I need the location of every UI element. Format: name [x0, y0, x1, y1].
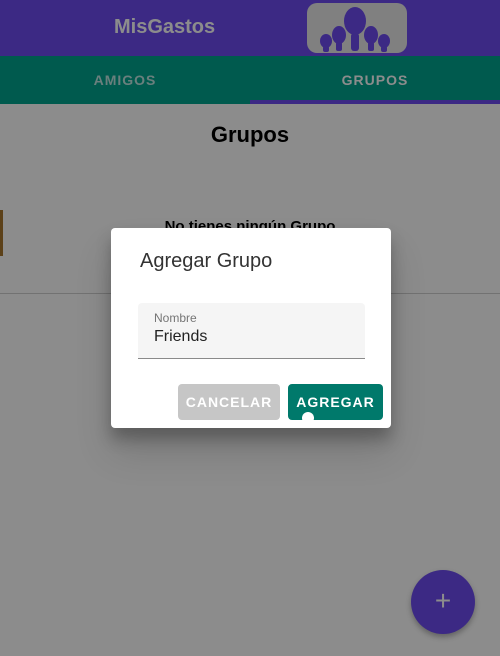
add-button-label: AGREGAR: [296, 394, 375, 410]
cancel-button[interactable]: CANCELAR: [178, 384, 280, 420]
field-label: Nombre: [154, 311, 197, 325]
add-button[interactable]: AGREGAR: [288, 384, 383, 420]
group-name-field[interactable]: Nombre Friends: [138, 303, 365, 359]
group-name-input[interactable]: Friends: [154, 328, 207, 346]
dialog-title: Agregar Grupo: [140, 250, 273, 272]
ripple-indicator: [302, 412, 314, 420]
add-group-dialog: Agregar Grupo Nombre Friends CANCELAR AG…: [111, 228, 391, 428]
